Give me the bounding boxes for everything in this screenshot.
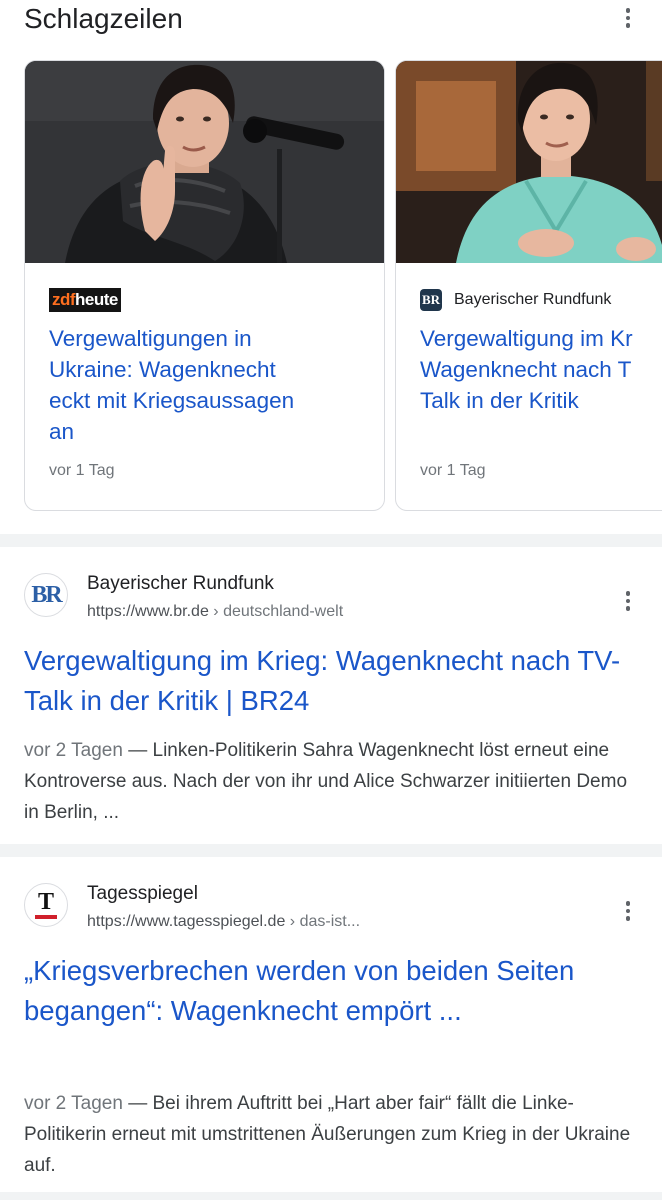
photo-talkshow-guest <box>396 61 662 263</box>
site-url[interactable]: https://www.tagesspiegel.de › das-ist... <box>87 913 360 931</box>
section-divider <box>0 844 662 857</box>
photo-speaker-at-microphone <box>25 61 384 263</box>
card-source: BR Bayerischer Rundfunk <box>420 287 611 313</box>
search-result: T Tagesspiegel https://www.tagesspiegel.… <box>0 857 662 1192</box>
headlines-section: Schlagzeilen zdf heute Vergewaltigungen … <box>0 0 662 532</box>
section-divider <box>0 534 662 547</box>
site-name[interactable]: Tagesspiegel <box>87 883 198 905</box>
result-snippet: vor 2 Tagen — Linken-Politikerin Sahra W… <box>24 740 628 823</box>
section-title: Schlagzeilen <box>24 3 183 34</box>
search-result: BR Bayerischer Rundfunk https://www.br.d… <box>0 547 662 844</box>
site-url[interactable]: https://www.br.de › deutschland-welt <box>87 603 343 621</box>
headline-card[interactable]: zdf heute Vergewaltigungen in Ukraine: Wa… <box>24 60 385 511</box>
card-image <box>396 61 662 263</box>
more-vert-icon[interactable] <box>616 589 640 613</box>
result-date: vor 2 Tagen <box>24 1093 123 1114</box>
headline-card[interactable]: BR Bayerischer Rundfunk Vergewaltigung i… <box>395 60 662 511</box>
tagesspiegel-favicon-icon[interactable]: T <box>24 883 68 927</box>
card-image <box>25 61 384 263</box>
card-time: vor 1 Tag <box>420 462 486 479</box>
result-title-link[interactable]: „Kriegsverbrechen werden von beiden Seit… <box>24 951 634 1031</box>
br-logo-icon: BR <box>420 289 442 311</box>
card-source: zdf heute <box>49 287 121 313</box>
card-title[interactable]: Vergewaltigung im Kr Wagenknecht nach T … <box>420 323 662 416</box>
result-snippet: vor 2 Tagen — Bei ihrem Auftritt bei „Ha… <box>24 1093 631 1176</box>
more-vert-icon[interactable] <box>616 6 640 30</box>
result-title-link[interactable]: Vergewaltigung im Krieg: Wagenknecht nac… <box>24 641 634 721</box>
source-name: Bayerischer Rundfunk <box>454 291 612 308</box>
headlines-carousel[interactable]: zdf heute Vergewaltigungen in Ukraine: Wa… <box>24 60 662 512</box>
br-favicon-icon[interactable]: BR <box>24 573 68 617</box>
card-title[interactable]: Vergewaltigungen in Ukraine: Wagenknecht… <box>49 323 379 447</box>
more-vert-icon[interactable] <box>616 899 640 923</box>
card-time: vor 1 Tag <box>49 462 115 479</box>
result-date: vor 2 Tagen <box>24 740 123 761</box>
site-name[interactable]: Bayerischer Rundfunk <box>87 573 274 595</box>
section-divider <box>0 1192 662 1200</box>
zdfheute-logo: zdf heute <box>49 288 121 312</box>
